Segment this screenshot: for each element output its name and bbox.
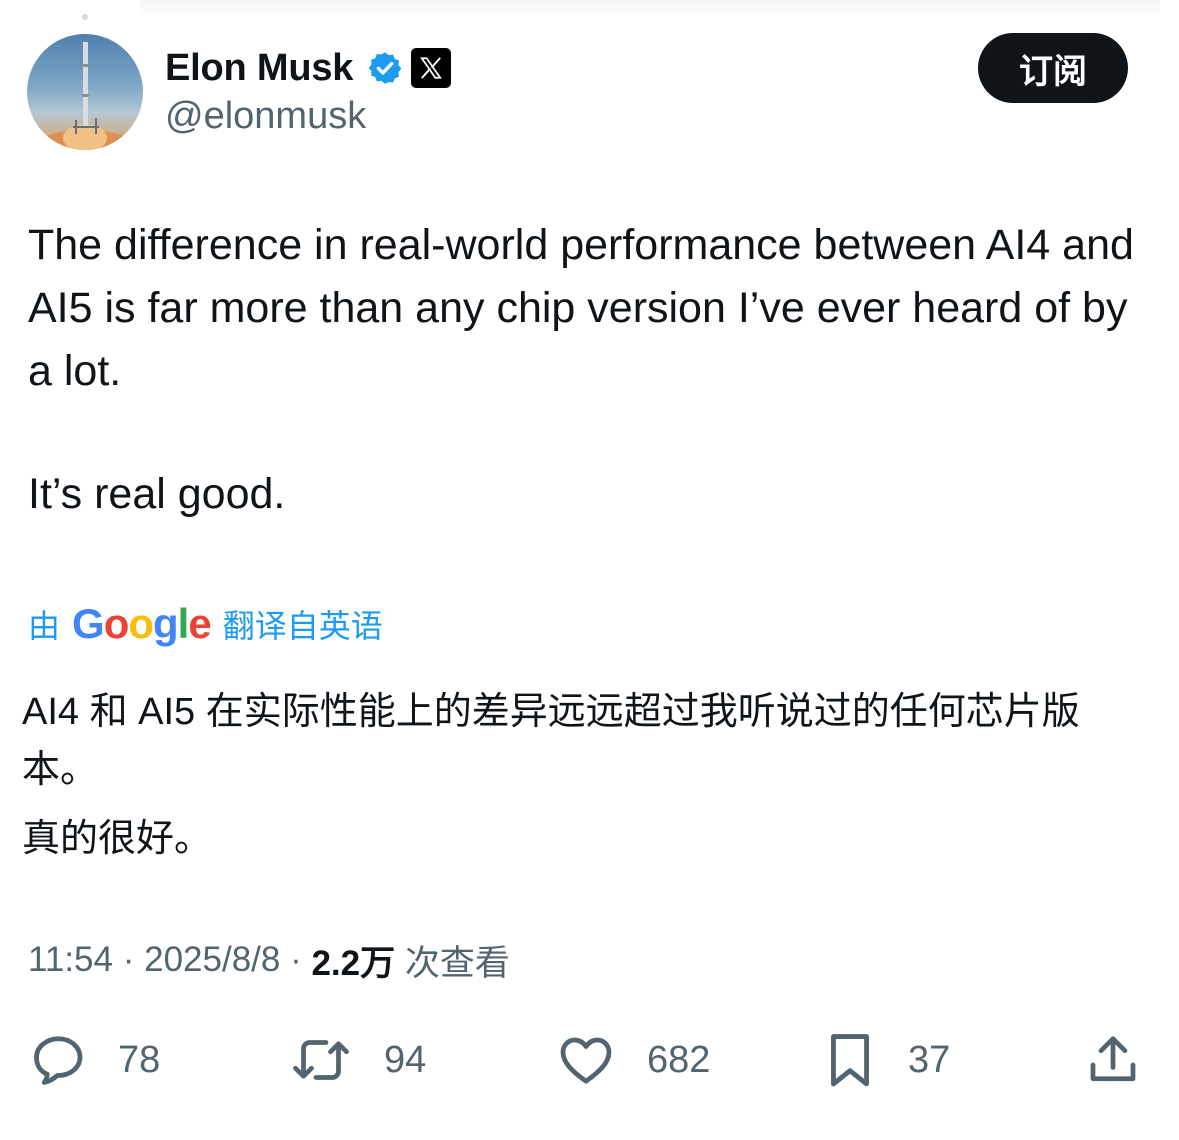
bookmark-button[interactable]: 37 — [822, 1025, 950, 1095]
google-logo: Google — [72, 600, 212, 647]
tweet-text-second: It’s real good. — [28, 470, 286, 518]
views-label: 次查看 — [395, 943, 510, 983]
translation-notice[interactable]: 由 Google 翻译自英语 — [28, 600, 383, 648]
tweet-meta: 11:54 · 2025/8/8 · 2.2万 次查看 — [28, 935, 510, 985]
avatar[interactable] — [27, 34, 143, 150]
top-fade — [140, 0, 1160, 16]
translated-text: AI4 和 AI5 在实际性能上的差异远远超过我听说过的任何芯片版本。 — [22, 691, 1080, 791]
like-count: 682 — [647, 1038, 711, 1081]
tweet-text: The difference in real-world performance… — [28, 221, 1134, 395]
author-name-row: Elon Musk — [165, 44, 452, 92]
reply-count: 78 — [118, 1038, 161, 1081]
verified-badge-icon — [368, 52, 402, 84]
reply-button[interactable]: 78 — [28, 1025, 160, 1095]
author-name[interactable]: Elon Musk — [165, 47, 353, 90]
share-icon — [1090, 1036, 1136, 1082]
meta-separator: · — [280, 940, 312, 979]
x-logo-icon[interactable] — [411, 48, 452, 88]
like-button[interactable]: 682 — [555, 1025, 710, 1095]
subscribe-button[interactable]: 订阅 — [978, 33, 1128, 103]
translation-prefix: 由 — [28, 608, 61, 644]
tweet-date[interactable]: 2025/8/8 — [144, 940, 280, 980]
bookmark-icon — [831, 1034, 869, 1087]
repost-count: 94 — [384, 1038, 427, 1081]
share-button[interactable] — [1083, 1025, 1143, 1095]
tweet-time[interactable]: 11:54 — [28, 940, 113, 980]
top-dot — [82, 14, 88, 20]
reply-icon — [34, 1036, 83, 1085]
repost-button[interactable]: 94 — [288, 1025, 426, 1095]
meta-separator: · — [113, 940, 145, 979]
translation-suffix: 翻译自英语 — [222, 608, 383, 644]
translated-text-second: 真的很好。 — [22, 818, 213, 860]
repost-icon — [293, 1040, 349, 1080]
views-count[interactable]: 2.2万 — [311, 935, 395, 986]
heart-icon — [560, 1037, 612, 1084]
action-bar: 78 94 682 37 — [0, 1025, 1179, 1095]
author-handle[interactable]: @elonmusk — [165, 95, 366, 138]
bookmark-count: 37 — [908, 1038, 951, 1081]
